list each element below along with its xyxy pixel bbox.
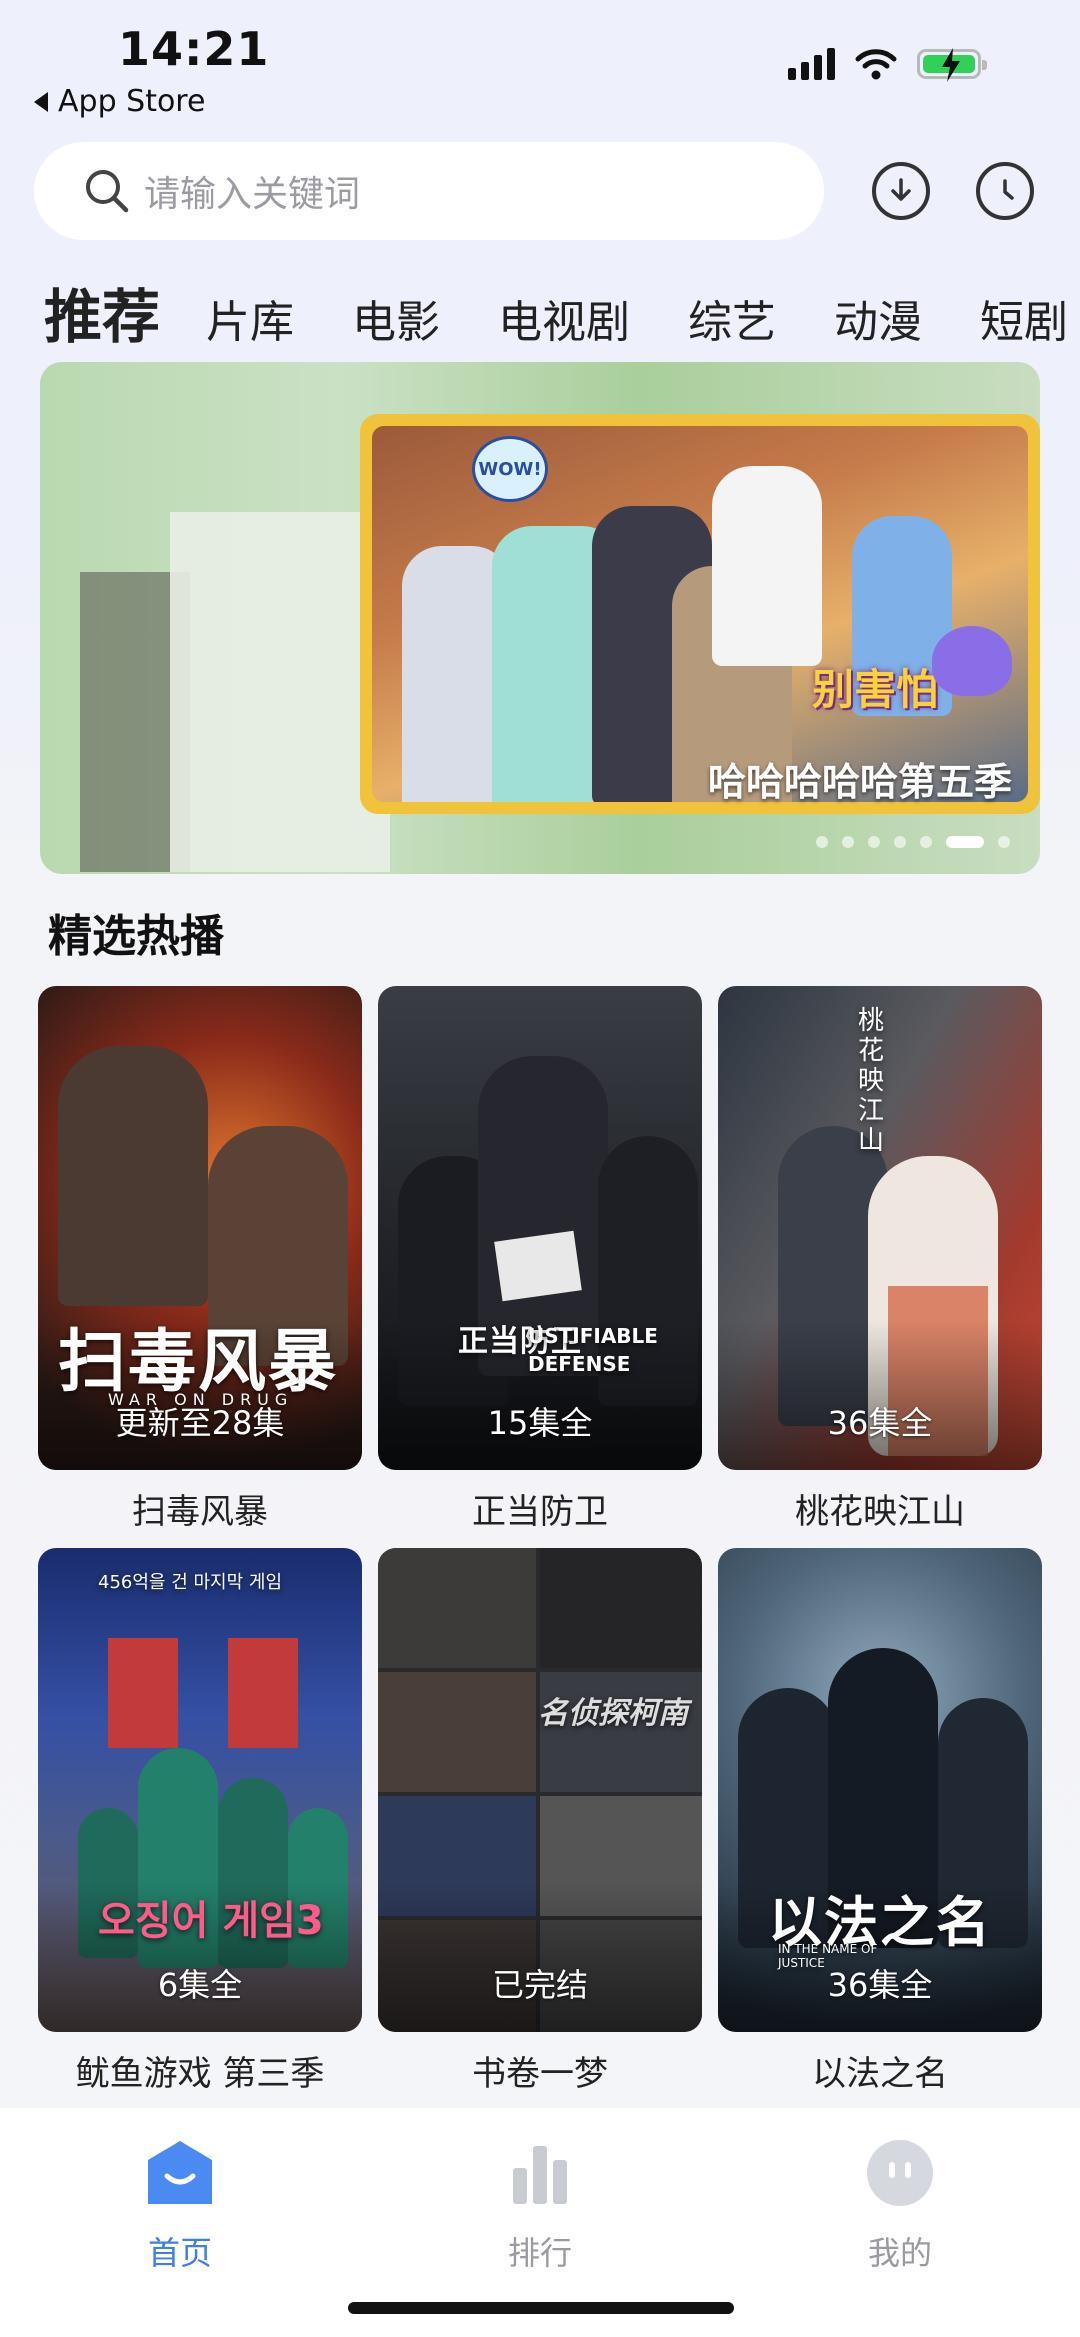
drama-card[interactable]: 扫毒风暴 WAR ON DRUG 更新至28集 扫毒风暴 bbox=[38, 986, 362, 1533]
status-time: 14:21 bbox=[118, 22, 270, 76]
signal-icon bbox=[788, 48, 835, 80]
home-icon bbox=[148, 2141, 212, 2204]
profile-face-icon bbox=[867, 2140, 933, 2206]
search-bar[interactable]: 请输入关键词 bbox=[34, 142, 824, 240]
poster-image: 扫毒风暴 WAR ON DRUG 更新至28集 bbox=[38, 986, 362, 1470]
poster-image: 名侦探柯南 已完结 bbox=[378, 1548, 702, 2032]
banner-sticker-text: 别害怕 bbox=[812, 665, 939, 714]
poster-title-art: 名侦探柯南 bbox=[538, 1696, 688, 1731]
episode-badge: 36集全 bbox=[827, 1404, 933, 1442]
poster-image: 正当防卫 USTIFIABLE DEFENSE 15集全 bbox=[378, 986, 702, 1470]
category-tabs: 推荐 片库 电影 电视剧 综艺 动漫 短剧 bbox=[44, 270, 1080, 354]
carousel-indicator bbox=[816, 836, 1010, 848]
episode-badge: 15集全 bbox=[487, 1404, 593, 1442]
episode-badge: 6集全 bbox=[157, 1966, 243, 2004]
poster-image: 桃花映江山 36集全 bbox=[718, 986, 1042, 1470]
poster-subtitle-art: USTIFIABLE DEFENSE bbox=[528, 1324, 658, 1376]
search-input[interactable]: 请输入关键词 bbox=[144, 165, 360, 217]
nav-profile[interactable]: 我的 bbox=[800, 2138, 1000, 2274]
back-label: App Store bbox=[58, 84, 206, 119]
poster-image: 456억을 건 마지막 게임 오징어 게임3 6集全 bbox=[38, 1548, 362, 2032]
drama-card[interactable]: 以法之名 IN THE NAME OF JUSTICE 36集全 以法之名 bbox=[718, 1548, 1042, 2095]
drama-title: 以法之名 bbox=[812, 2054, 948, 2094]
tab-anime[interactable]: 动漫 bbox=[834, 286, 922, 350]
home-indicator bbox=[348, 2302, 734, 2314]
nav-home[interactable]: 首页 bbox=[80, 2138, 280, 2274]
tab-recommend[interactable]: 推荐 bbox=[44, 270, 160, 354]
tab-movies[interactable]: 电影 bbox=[352, 286, 440, 350]
tab-short-drama[interactable]: 短剧 bbox=[980, 286, 1068, 350]
wow-sticker: WOW! bbox=[478, 458, 542, 480]
poster-title-art: 오징어 게임3 bbox=[98, 1898, 324, 1944]
poster-image: 以法之名 IN THE NAME OF JUSTICE 36集全 bbox=[718, 1548, 1042, 2032]
banner-caption: 哈哈哈哈哈第五季 bbox=[707, 760, 1012, 804]
back-to-app-store[interactable]: App Store bbox=[34, 84, 205, 119]
drama-card[interactable]: 456억을 건 마지막 게임 오징어 게임3 6集全 鱿鱼游戏 第三季 bbox=[38, 1548, 362, 2095]
search-icon bbox=[86, 170, 129, 213]
nav-ranking[interactable]: 排行 bbox=[440, 2138, 640, 2274]
poster-tagline-art: 456억을 건 마지막 게임 bbox=[98, 1572, 283, 1593]
battery-icon bbox=[917, 48, 987, 82]
nav-profile-label: 我的 bbox=[867, 2234, 932, 2272]
drama-card[interactable]: 名侦探柯南 已完结 书卷一梦 bbox=[378, 1548, 702, 2095]
drama-card[interactable]: 正当防卫 USTIFIABLE DEFENSE 15集全 正当防卫 bbox=[378, 986, 702, 1533]
episode-badge: 36集全 bbox=[827, 1966, 933, 2004]
episode-badge: 更新至28集 bbox=[115, 1404, 285, 1442]
wifi-icon bbox=[855, 49, 897, 80]
episode-badge: 已完结 bbox=[491, 1966, 588, 2004]
drama-title: 正当防卫 bbox=[472, 1492, 608, 1532]
status-icons bbox=[788, 48, 987, 82]
drama-title: 书卷一梦 bbox=[472, 2054, 608, 2094]
tab-variety[interactable]: 综艺 bbox=[688, 286, 776, 350]
drama-card[interactable]: 桃花映江山 36集全 桃花映江山 bbox=[718, 986, 1042, 1533]
history-clock-icon[interactable] bbox=[976, 162, 1034, 220]
nav-home-label: 首页 bbox=[147, 2234, 212, 2272]
poster-title-art: 桃花映江山 bbox=[858, 1006, 885, 1156]
hero-banner[interactable]: WOW! 别害怕 哈哈哈哈哈第五季 bbox=[40, 362, 1040, 874]
tab-tv-series[interactable]: 电视剧 bbox=[498, 286, 630, 350]
drama-title: 鱿鱼游戏 第三季 bbox=[75, 2054, 325, 2094]
section-title-hot: 精选热播 bbox=[48, 911, 224, 962]
drama-title: 扫毒风暴 bbox=[132, 1492, 268, 1532]
tab-library[interactable]: 片库 bbox=[206, 286, 294, 350]
bar-chart-icon bbox=[513, 2146, 567, 2204]
nav-ranking-label: 排行 bbox=[507, 2234, 572, 2272]
download-icon[interactable] bbox=[872, 162, 930, 220]
drama-title: 桃花映江山 bbox=[795, 1492, 965, 1532]
back-arrow-icon bbox=[34, 91, 48, 112]
